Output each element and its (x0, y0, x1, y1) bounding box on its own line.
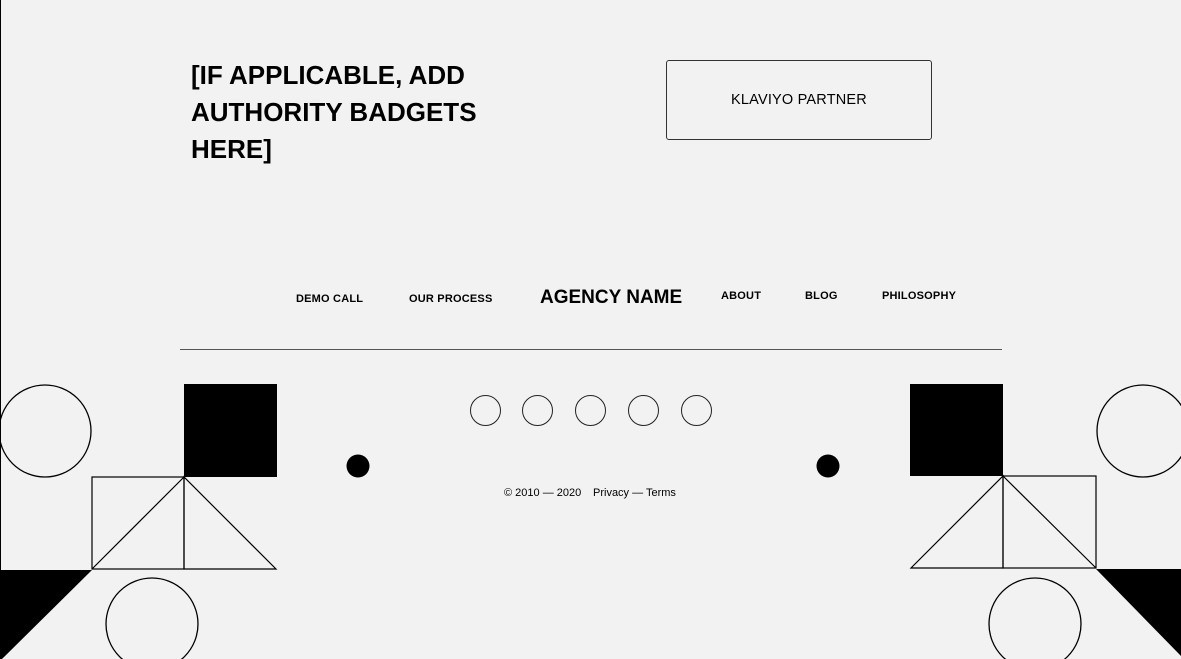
left-square-diagonal-icon (91, 476, 185, 570)
right-dot-icon (816, 454, 840, 478)
left-dot-icon (346, 454, 370, 478)
right-black-square-icon (910, 384, 1003, 476)
left-outline-triangle-icon (183, 475, 278, 570)
geometric-decoration (0, 384, 1181, 659)
right-outline-circle-icon (1096, 384, 1181, 478)
left-black-square-icon (184, 384, 277, 477)
left-outline-circle-icon (0, 384, 92, 478)
right-square-diagonal-icon (1002, 475, 1097, 569)
right-outline-triangle-icon (909, 474, 1004, 569)
left-black-triangle-icon (0, 570, 92, 659)
right-bottom-circle-icon (988, 577, 1082, 659)
left-bottom-circle-icon (105, 577, 199, 659)
right-black-triangle-icon (1096, 569, 1181, 656)
